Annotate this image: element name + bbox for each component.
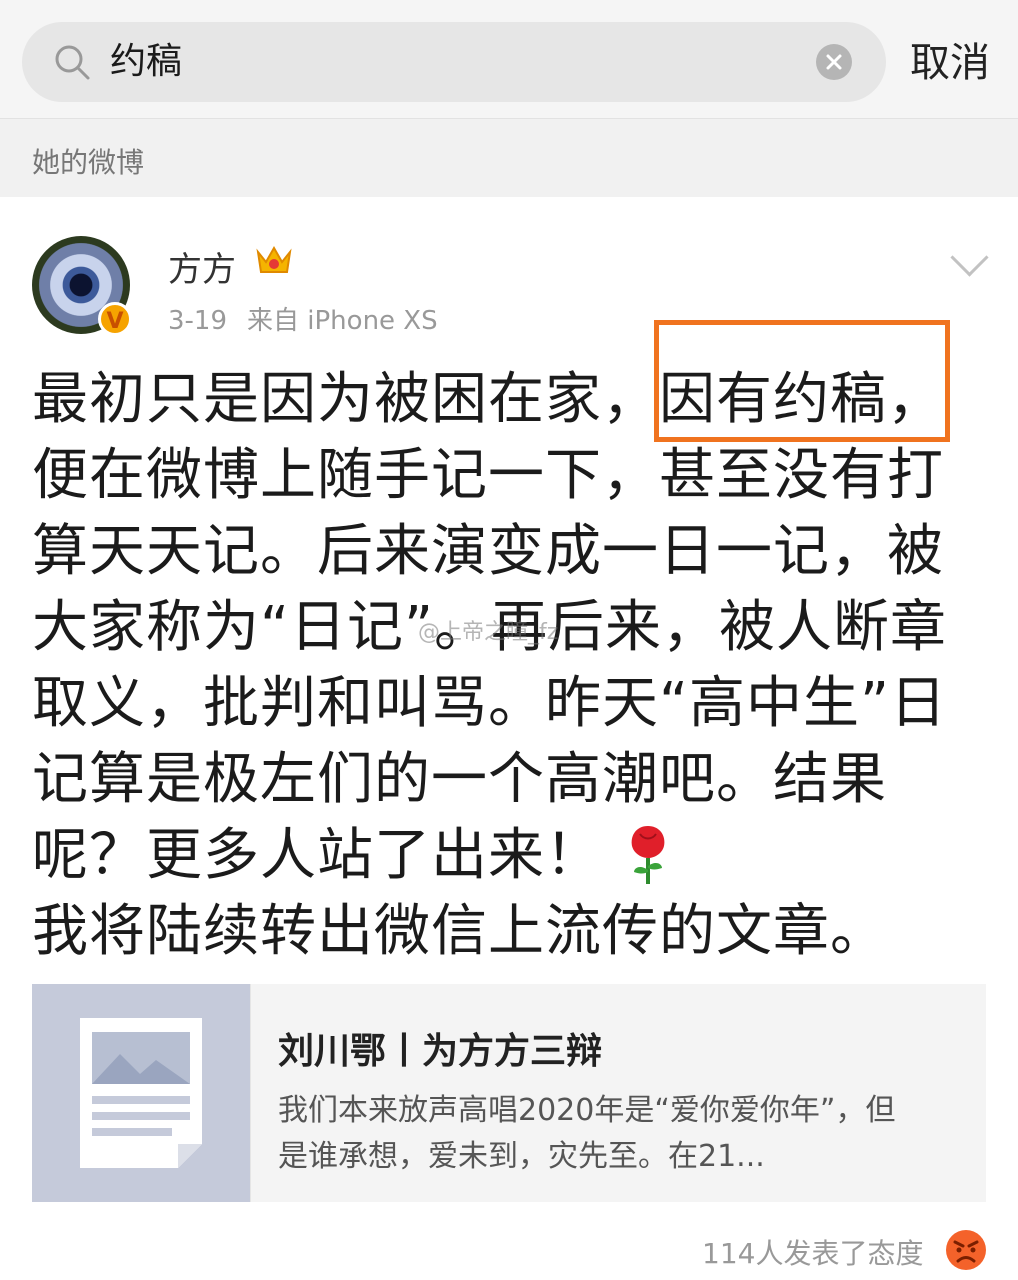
crown-icon[interactable] [254, 242, 294, 278]
rose-icon [631, 826, 665, 884]
article-title: 刘川鄂丨为方方三辩 [278, 1031, 603, 1072]
verified-badge: V [98, 302, 132, 336]
search-field[interactable] [22, 22, 886, 102]
highlight-box [654, 320, 950, 442]
document-icon [80, 1018, 202, 1168]
angry-face-icon[interactable] [944, 1228, 988, 1272]
article-card[interactable]: 刘川鄂丨为方方三辩 我们本来放声高唱2020年是“爱你爱你年”，但是谁承想，爱未… [32, 984, 986, 1202]
post-meta: 3-19 来自 iPhone XS [168, 300, 458, 337]
article-thumbnail [32, 984, 251, 1202]
username[interactable]: 方方 [168, 242, 236, 291]
watermark: @上帝之瞳_fz [418, 620, 559, 645]
search-icon [55, 45, 90, 80]
article-description: 我们本来放声高唱2020年是“爱你爱你年”，但是谁承想，爱未到，灾先至。在21.… [278, 1093, 896, 1174]
post-text: 最初只是因为被困在家，因有约稿， 便在微博上随手记一下，甚至没有打 算天天记。后… [32, 367, 948, 964]
search-input[interactable] [110, 22, 810, 102]
clear-button[interactable] [816, 44, 852, 80]
cancel-button[interactable]: 取消 [910, 38, 990, 88]
search-bar: 取消 [0, 0, 1018, 118]
section-header: 她的微博 [0, 119, 1018, 197]
chevron-down-icon[interactable] [950, 238, 989, 277]
reactions-count[interactable]: 114人发表了态度 [702, 1232, 923, 1272]
post-date: 3-19 [168, 306, 228, 336]
clear-icon [826, 54, 842, 70]
section-title: 她的微博 [32, 146, 145, 179]
post-source: 来自 iPhone XS [247, 306, 438, 336]
